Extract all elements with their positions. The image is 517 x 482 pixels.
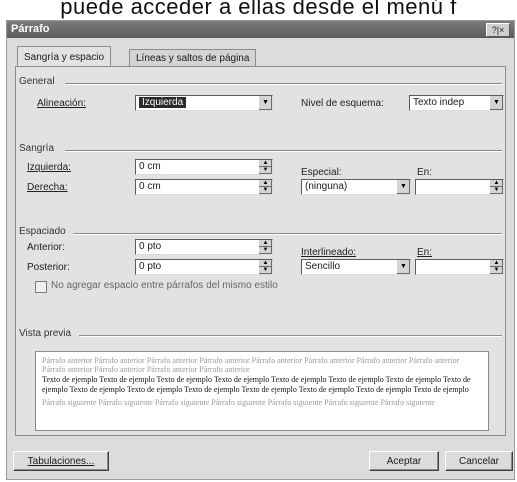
dialog-titlebar: Párrafo ?|× xyxy=(7,21,514,38)
outline-level-label: Nivel de esquema: xyxy=(301,98,384,109)
divider xyxy=(65,83,502,85)
indent-right-value: 0 cm xyxy=(139,181,161,192)
no-space-label: No agregar espacio entre párrafos del mi… xyxy=(51,280,278,291)
space-after-field[interactable]: 0 pto ▲ ▼ xyxy=(135,259,273,275)
preview-box: Párrafo anterior Párrafo anterior Párraf… xyxy=(35,351,489,431)
preview-next-paragraph: Párrafo siguiente Párrafo siguiente Párr… xyxy=(42,397,435,407)
section-preview: Vista previa xyxy=(19,328,72,339)
chevron-down-icon[interactable]: ▼ xyxy=(396,260,410,274)
spinner[interactable]: ▲ ▼ xyxy=(259,160,272,174)
spin-down-icon[interactable]: ▼ xyxy=(259,167,272,174)
preview-previous-paragraph: Párrafo anterior Párrafo anterior Párraf… xyxy=(42,356,460,375)
spin-down-icon[interactable]: ▼ xyxy=(259,247,272,254)
alignment-select[interactable]: Izquierda ▼ xyxy=(135,95,273,111)
indent-by-field[interactable]: ▲ ▼ xyxy=(415,179,504,195)
alignment-value: Izquierda xyxy=(139,97,187,108)
spin-up-icon[interactable]: ▲ xyxy=(259,160,272,167)
outline-level-select[interactable]: Texto indep ▼ xyxy=(409,95,504,111)
spin-up-icon[interactable]: ▲ xyxy=(259,240,272,247)
page-caption: puede acceder a ellas desde el menú f xyxy=(60,0,457,19)
spin-up-icon[interactable]: ▲ xyxy=(259,260,272,267)
divider xyxy=(65,150,502,152)
line-spacing-value: Sencillo xyxy=(305,261,341,272)
chevron-down-icon[interactable]: ▼ xyxy=(396,180,410,194)
space-after-label: Posterior: xyxy=(27,262,70,273)
spin-up-icon[interactable]: ▲ xyxy=(490,260,503,267)
help-close-buttons[interactable]: ?|× xyxy=(486,23,510,37)
spin-down-icon[interactable]: ▼ xyxy=(490,267,503,274)
cancel-button[interactable]: Cancelar xyxy=(445,451,513,471)
chevron-down-icon[interactable]: ▼ xyxy=(258,96,272,110)
line-at-label: En: xyxy=(417,247,433,258)
spin-down-icon[interactable]: ▼ xyxy=(259,187,272,194)
dialog-title: Párrafo xyxy=(11,23,50,35)
alignment-label: Alineación: xyxy=(37,98,86,109)
spin-up-icon[interactable]: ▲ xyxy=(259,180,272,187)
spin-up-icon[interactable]: ▲ xyxy=(490,180,503,187)
spinner[interactable]: ▲ ▼ xyxy=(490,180,503,194)
space-before-field[interactable]: 0 pto ▲ ▼ xyxy=(135,239,273,255)
paragraph-dialog: Párrafo ?|× Sangría y espacio Líneas y s… xyxy=(6,20,515,480)
indent-left-field[interactable]: 0 cm ▲ ▼ xyxy=(135,159,273,175)
special-label: Especial: xyxy=(301,167,342,178)
chevron-down-icon[interactable]: ▼ xyxy=(489,96,503,110)
divider xyxy=(73,233,502,235)
section-spacing: Espaciado xyxy=(19,226,66,237)
section-indent: Sangría xyxy=(19,143,55,154)
spinner[interactable]: ▲ ▼ xyxy=(259,240,272,254)
spinner[interactable]: ▲ ▼ xyxy=(490,260,503,274)
section-general: General xyxy=(19,76,55,87)
indent-left-label: Izquierda: xyxy=(27,162,71,173)
spin-down-icon[interactable]: ▼ xyxy=(259,267,272,274)
preview-sample-text: Texto de ejemplo Texto de ejemplo Texto … xyxy=(42,375,471,394)
line-at-field[interactable]: ▲ ▼ xyxy=(415,259,504,275)
outline-level-value: Texto indep xyxy=(413,97,465,108)
line-spacing-label: Interlineado: xyxy=(301,247,357,258)
tab-line-page-breaks[interactable]: Líneas y saltos de página xyxy=(129,49,257,67)
space-before-label: Anterior: xyxy=(27,242,65,253)
space-before-value: 0 pto xyxy=(139,241,162,252)
tab-indent-spacing[interactable]: Sangría y espacio xyxy=(17,46,112,68)
tabs-button[interactable]: Tabulaciones... xyxy=(13,451,109,471)
ok-button[interactable]: Aceptar xyxy=(369,451,439,471)
special-select[interactable]: (ninguna) ▼ xyxy=(301,179,411,195)
line-spacing-select[interactable]: Sencillo ▼ xyxy=(301,259,411,275)
spin-down-icon[interactable]: ▼ xyxy=(490,187,503,194)
spinner[interactable]: ▲ ▼ xyxy=(259,260,272,274)
space-after-value: 0 pto xyxy=(139,261,162,272)
indent-left-value: 0 cm xyxy=(139,161,161,172)
no-space-checkbox[interactable] xyxy=(35,281,47,293)
indent-right-label: Derecha: xyxy=(27,182,68,193)
indent-right-field[interactable]: 0 cm ▲ ▼ xyxy=(135,179,273,195)
indent-by-label: En: xyxy=(417,167,433,178)
spinner[interactable]: ▲ ▼ xyxy=(259,180,272,194)
divider xyxy=(79,335,502,337)
special-value: (ninguna) xyxy=(305,181,348,192)
